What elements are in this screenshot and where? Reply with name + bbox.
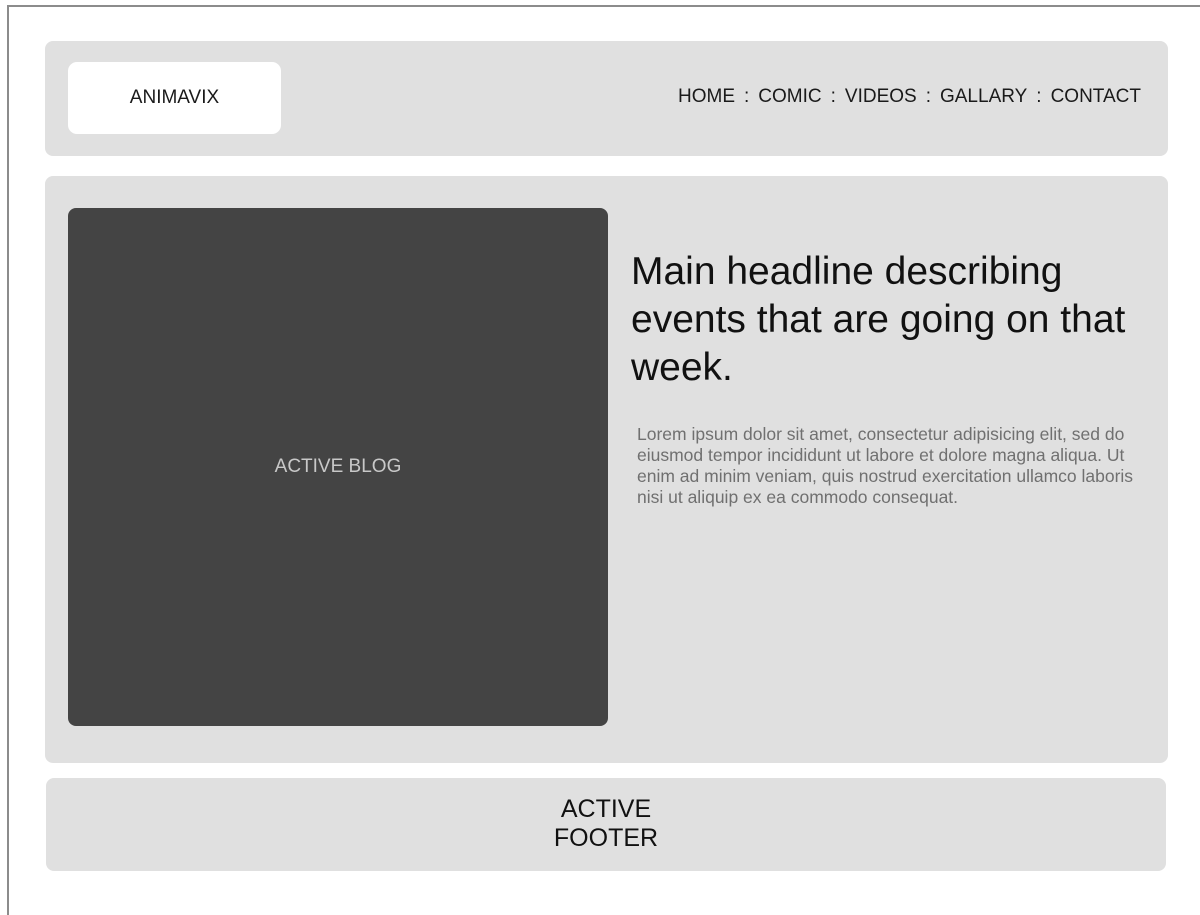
main-nav: HOME : COMIC : VIDEOS : GALLARY : CONTAC… (678, 86, 1141, 108)
nav-gallary-link[interactable]: GALLARY (940, 86, 1027, 108)
nav-home-link[interactable]: HOME (678, 86, 735, 108)
footer-label-line1: ACTIVE (560, 795, 652, 823)
nav-separator: : (1036, 86, 1042, 107)
footer-label: ACTIVE FOOTER (46, 795, 1166, 853)
nav-separator: : (830, 86, 836, 107)
header-bar: ANIMAVIX HOME : COMIC : VIDEOS : GALLARY… (45, 41, 1168, 156)
nav-comic-link[interactable]: COMIC (758, 86, 821, 108)
logo[interactable]: ANIMAVIX (68, 62, 281, 134)
main-headline: Main headline describing events that are… (631, 250, 1126, 389)
body-paragraph: Lorem ipsum dolor sit amet, consectetur … (637, 424, 1134, 507)
active-blog-placeholder[interactable]: ACTIVE BLOG (68, 208, 608, 726)
active-blog-label: ACTIVE BLOG (274, 456, 402, 477)
nav-videos-link[interactable]: VIDEOS (845, 86, 917, 108)
logo-text: ANIMAVIX (129, 87, 220, 108)
nav-contact-link[interactable]: CONTACT (1051, 86, 1141, 108)
footer-label-line2: FOOTER (553, 824, 659, 852)
main-content-panel: ACTIVE BLOG Main headline describing eve… (45, 176, 1168, 763)
nav-separator: : (744, 86, 750, 107)
footer-bar: ACTIVE FOOTER (46, 778, 1166, 871)
nav-separator: : (925, 86, 931, 107)
